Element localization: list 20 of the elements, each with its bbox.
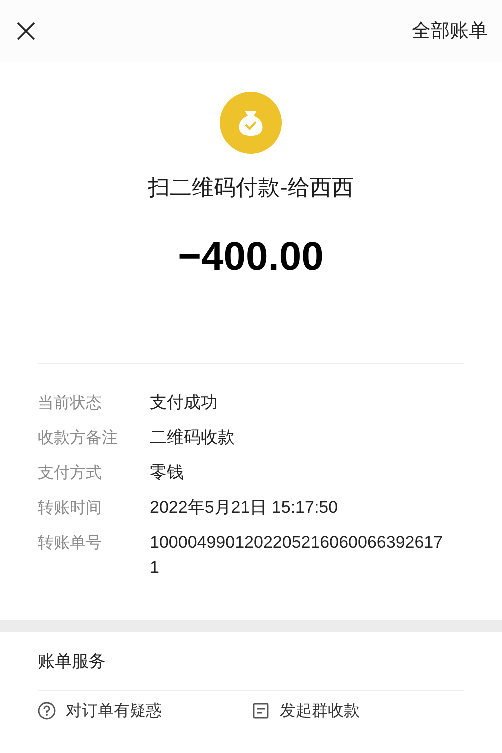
detail-label: 转账时间	[38, 497, 103, 519]
money-bag-icon	[220, 92, 282, 154]
amount: −400.00	[178, 234, 324, 281]
close-button[interactable]: ×	[12, 14, 40, 48]
detail-value: 2022年5月21日 15:17:50	[150, 497, 340, 519]
detail-label: 支付方式	[38, 462, 103, 484]
service-link[interactable]: 对订单有疑惑	[66, 698, 162, 722]
detail-label: 当前状态	[38, 392, 103, 414]
detail-value: 10000499012022052160600663926171	[150, 532, 444, 579]
detail-label: 收款方备注	[38, 427, 119, 449]
document-icon	[252, 702, 270, 720]
detail-value: 零钱	[150, 462, 185, 484]
detail-value: 支付成功	[150, 392, 219, 414]
service-link[interactable]: 发起群收款	[280, 698, 360, 722]
detail-label: 转账单号	[38, 532, 103, 554]
detail-value: 二维码收款	[150, 427, 236, 449]
section-title: 账单服务	[38, 651, 107, 674]
all-bills-link[interactable]: 全部账单	[412, 16, 488, 46]
question-icon	[38, 702, 56, 720]
payment-title: 扫二维码付款-给西西	[148, 175, 354, 203]
